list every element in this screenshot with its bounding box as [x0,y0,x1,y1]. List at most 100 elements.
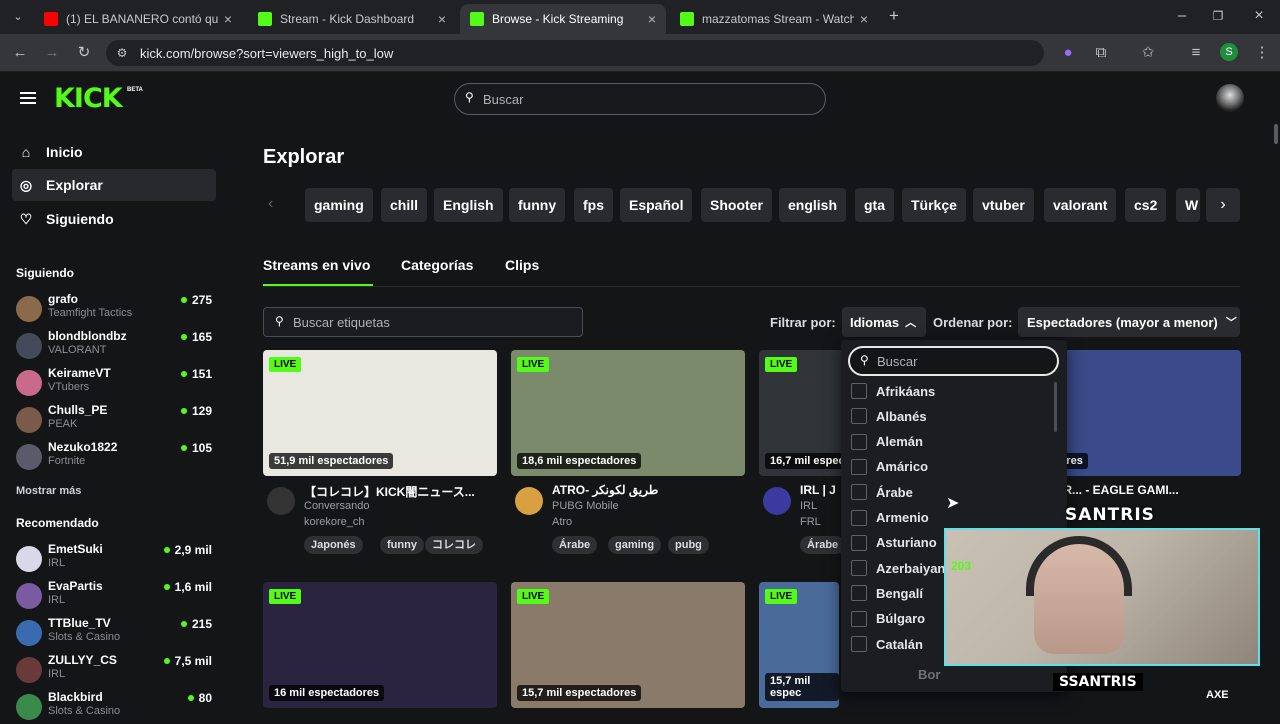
sidebar-following-item[interactable]: Chulls_PE PEAK 129 [16,403,216,437]
tab-categories[interactable]: Categorías [401,257,473,273]
checkbox[interactable] [851,458,867,475]
language-option[interactable]: Bengalí [851,582,923,604]
minimize-icon[interactable]: – [1172,6,1192,26]
stream-tag[interactable]: pubg [668,536,709,554]
reload-icon[interactable]: ↻ [74,43,94,63]
sidebar-following-item[interactable]: blondblondbz VALORANT 165 [16,329,216,363]
stream-thumbnail[interactable]: LIVE 51,9 mil espectadores [263,350,497,476]
stream-tag[interactable]: gaming [608,536,662,554]
stream-thumbnail[interactable]: LIVE 16 mil espectadores [263,582,497,708]
tab-clips[interactable]: Clips [505,257,539,273]
stream-tag[interactable]: Árabe [552,536,598,554]
kick-logo[interactable]: KICK [54,85,123,113]
close-tab-icon[interactable]: × [224,11,232,27]
language-option[interactable]: Alemán [851,431,923,453]
tag-chip[interactable]: vtuber [973,188,1034,222]
tag-chip[interactable]: english [779,188,847,222]
language-option[interactable]: Armenio [851,507,929,529]
page-scrollbar[interactable] [1274,124,1278,144]
media-controls-icon[interactable]: ≡ [1186,43,1206,63]
sidebar-recommended-item[interactable]: Blackbird Slots & Casino 80 [16,690,216,724]
language-option[interactable]: Asturiano [851,532,937,554]
sidebar-recommended-item[interactable]: EmetSuki IRL 2,9 mil [16,542,216,576]
streamer-avatar[interactable] [763,487,791,515]
extensions-puzzle-icon[interactable]: ⧉ [1091,43,1111,63]
reading-list-icon[interactable]: ✩ [1138,43,1158,63]
sidebar-recommended-item[interactable]: EvaPartis IRL 1,6 mil [16,579,216,613]
tag-chip[interactable]: Shooter [701,188,772,222]
streamer-avatar[interactable] [267,487,295,515]
checkbox[interactable] [851,484,867,501]
stream-title[interactable]: 【コレコレ】KICK闇ニュース... [304,483,500,500]
tag-chip[interactable]: gaming [305,188,373,222]
forward-icon[interactable]: → [42,43,62,63]
language-option[interactable]: Azerbaiyano [851,557,953,579]
profile-avatar[interactable]: S [1220,43,1238,61]
sidebar-item-inicio[interactable]: ⌂ Inicio [12,136,216,168]
sidebar-item-explorar[interactable]: ◎ Explorar [12,169,216,201]
tab-search-icon[interactable]: ⌄ [8,7,28,27]
tag-chip[interactable]: Türkçe [902,188,966,222]
chips-next-icon[interactable]: › [1206,188,1240,222]
streamer-name[interactable]: korekore_ch [304,516,365,528]
new-tab-icon[interactable]: + [884,6,904,26]
tab-streams-live[interactable]: Streams en vivo [263,257,370,273]
checkbox[interactable] [851,610,867,627]
stream-category[interactable]: IRL [800,500,817,512]
language-option[interactable]: Albanés [851,405,927,427]
checkbox[interactable] [851,636,867,652]
tag-chip[interactable]: English [434,188,503,222]
tag-chip[interactable]: valorant [1044,188,1117,222]
stream-tag[interactable]: Árabe [800,536,846,554]
menu-icon[interactable] [20,92,36,104]
language-option[interactable]: Catalán [851,633,923,655]
streamer-name[interactable]: Atro [552,516,572,528]
checkbox[interactable] [851,433,867,450]
close-tab-icon[interactable]: × [860,11,868,27]
language-option[interactable]: Árabe [851,481,913,503]
sidebar-following-item[interactable]: grafo Teamfight Tactics 275 [16,292,216,326]
close-window-icon[interactable]: × [1249,6,1269,26]
dropdown-scrollbar[interactable] [1054,382,1057,432]
site-info-icon[interactable]: ⚙ [112,43,132,63]
language-option[interactable]: Afrikáans [851,380,935,402]
stream-thumbnail[interactable]: LIVE 15,7 mil espectadores [511,582,745,708]
maximize-icon[interactable]: ❐ [1208,6,1228,26]
checkbox[interactable] [851,509,867,526]
stream-thumbnail[interactable]: LIVE 15,7 mil espec [759,582,839,708]
language-option[interactable]: Búlgaro [851,608,925,630]
stream-category[interactable]: PUBG Mobile [552,500,619,512]
tag-chip[interactable]: funny [509,188,566,222]
browser-tab-youtube[interactable]: (1) EL BANANERO contó que W × [34,4,242,34]
sidebar-following-item[interactable]: Nezuko1822 Fortnite 105 [16,440,216,474]
back-icon[interactable]: ← [10,43,30,63]
close-tab-icon[interactable]: × [648,11,656,27]
close-tab-icon[interactable]: × [438,11,446,27]
url-text[interactable]: kick.com/browse?sort=viewers_high_to_low [140,46,393,61]
streamer-avatar[interactable] [515,487,543,515]
stream-tag[interactable]: コレコレ [425,536,483,554]
stream-tag[interactable]: funny [380,536,424,554]
stream-category[interactable]: Conversando [304,500,369,512]
stream-thumbnail[interactable]: LIVE 18,6 mil espectadores [511,350,745,476]
sort-select[interactable]: Espectadores (mayor a menor) ﹀ [1018,307,1240,337]
browser-tab-browse[interactable]: Browse - Kick Streaming × [460,4,666,34]
clear-button[interactable]: Bor [918,667,940,682]
tag-chip[interactable]: chill [381,188,428,222]
checkbox[interactable] [851,383,867,399]
sidebar-following-item[interactable]: KeirameVT VTubers 151 [16,366,216,400]
sidebar-recommended-item[interactable]: ZULLYY_CS IRL 7,5 mil [16,653,216,687]
tag-chip[interactable]: Español [620,188,693,222]
sidebar-recommended-item[interactable]: TTBlue_TV Slots & Casino 215 [16,616,216,650]
browser-tab-mazzatomas[interactable]: mazzatomas Stream - Watch L × [670,4,878,34]
chrome-menu-icon[interactable]: ⋮ [1252,43,1272,63]
checkbox[interactable] [851,408,867,425]
checkbox[interactable] [851,585,867,602]
stream-tag[interactable]: Japonés [304,536,363,554]
stream-title[interactable]: ATRO- طريق لكونكر [552,483,748,497]
streamer-name[interactable]: FRL [800,516,821,528]
tag-chip[interactable]: gta [855,188,894,222]
extension-color-icon[interactable]: ● [1058,43,1078,63]
user-avatar[interactable] [1216,84,1244,112]
sidebar-item-siguiendo[interactable]: ♡ Siguiendo [12,203,216,235]
